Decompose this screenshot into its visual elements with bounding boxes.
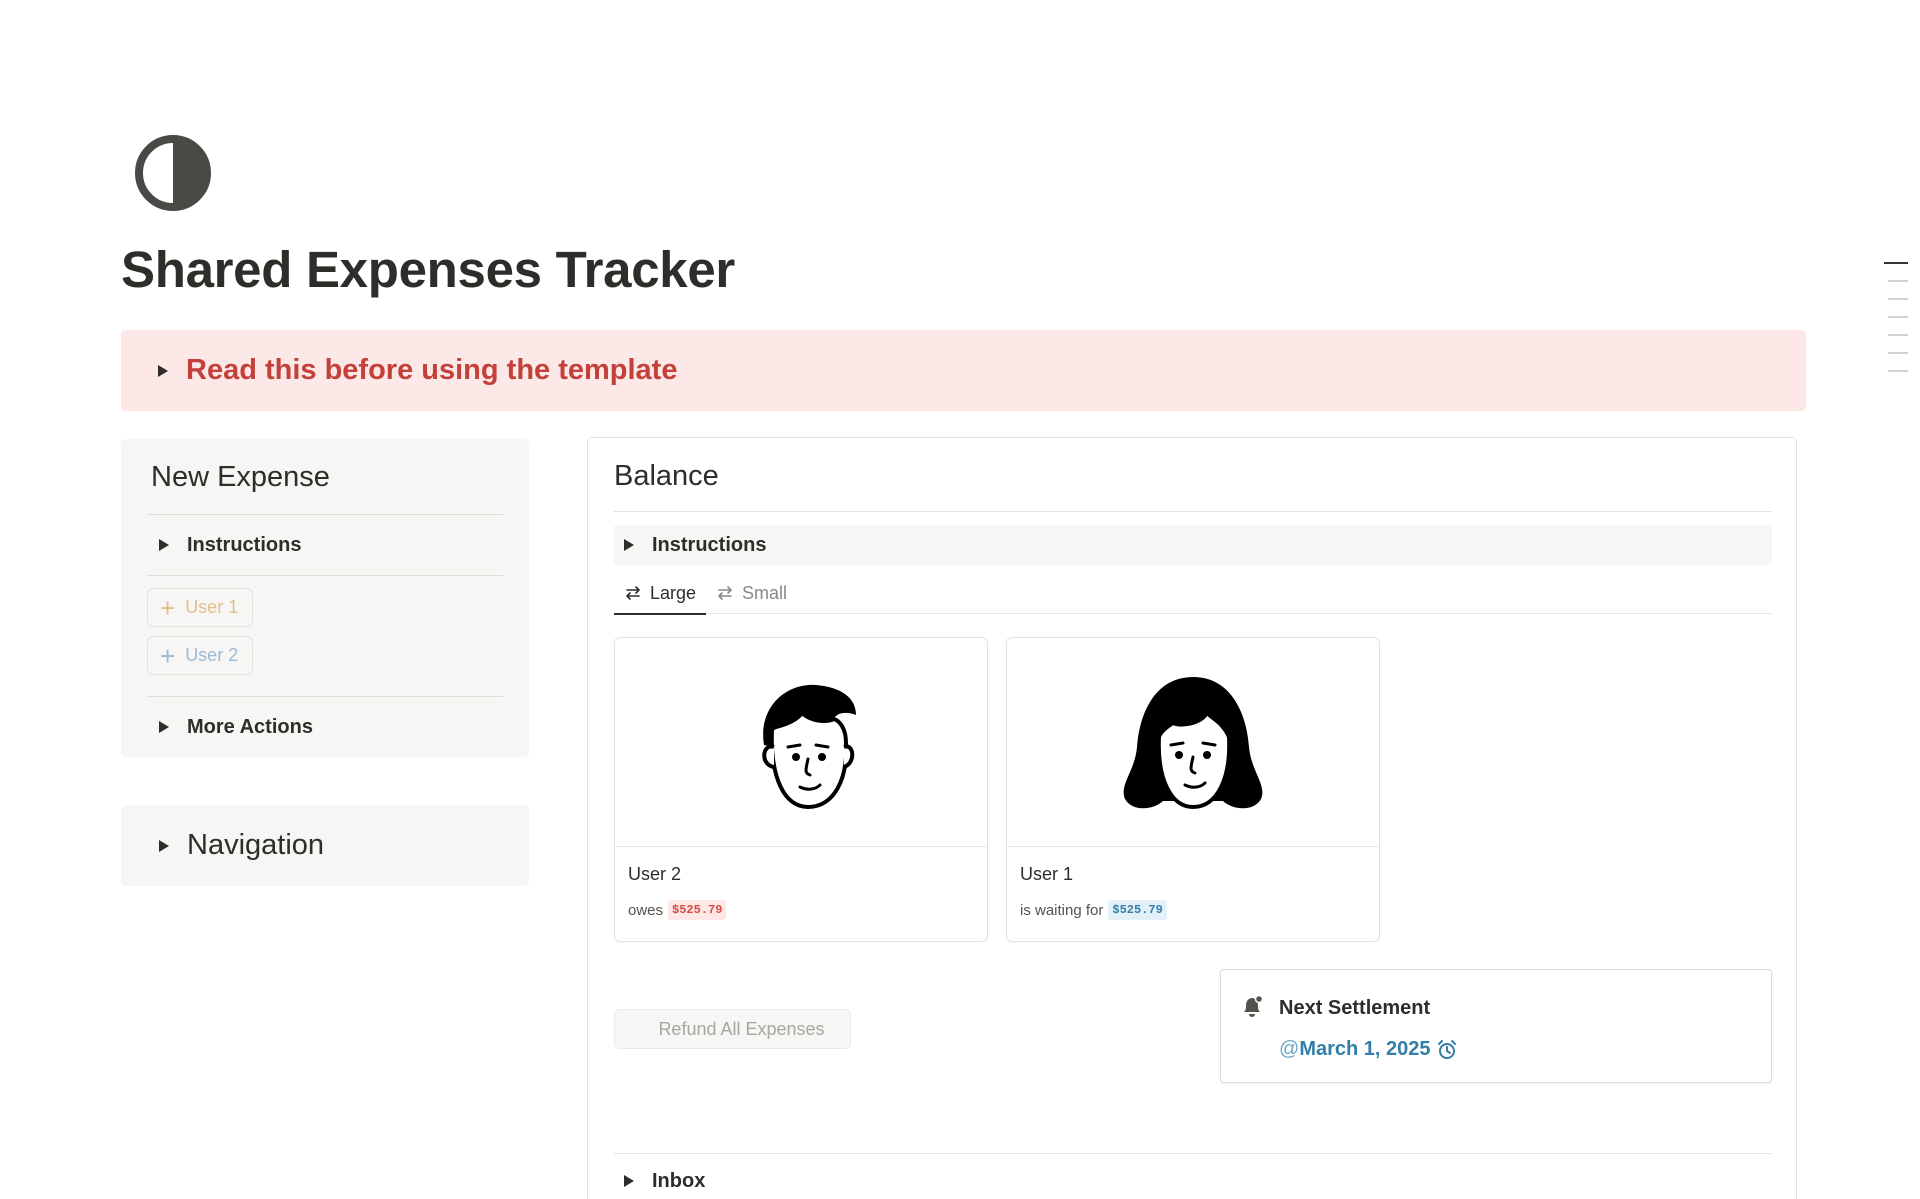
tab-label: Large bbox=[650, 582, 697, 603]
user-card-user-1[interactable]: User 1 is waiting for $525.79 bbox=[1006, 637, 1380, 942]
new-expense-title: New Expense bbox=[151, 461, 330, 493]
toggle-triangle-icon[interactable] bbox=[624, 539, 634, 551]
swap-arrows-icon bbox=[626, 586, 640, 600]
next-settlement-callout: Next Settlement @ March 1, 2025 bbox=[1220, 969, 1772, 1083]
amount-badge: $525.79 bbox=[668, 900, 727, 920]
mention-at-sign: @ bbox=[1279, 1038, 1300, 1060]
bell-icon bbox=[1244, 994, 1264, 1017]
inbox-label: Inbox bbox=[652, 1169, 706, 1192]
balance-status-text: owes bbox=[628, 901, 664, 919]
toc-marker[interactable] bbox=[1888, 298, 1908, 300]
plus-icon: + bbox=[160, 592, 176, 623]
add-user1-expense-button[interactable]: + User 1 bbox=[147, 588, 254, 627]
toc-marker[interactable] bbox=[1888, 280, 1908, 282]
navigation-label: Navigation bbox=[187, 829, 325, 861]
toc-marker[interactable] bbox=[1888, 370, 1908, 372]
toggle-triangle-icon[interactable] bbox=[159, 721, 169, 733]
toggle-triangle-icon[interactable] bbox=[158, 364, 168, 377]
toc-marker[interactable] bbox=[1888, 334, 1908, 336]
user-name: User 1 bbox=[1020, 864, 1074, 884]
button-label: User 1 bbox=[185, 597, 239, 617]
balance-title: Balance bbox=[614, 460, 719, 492]
new-expense-card: New Expense Instructions + User 1 + User 2… bbox=[121, 439, 529, 757]
woman-face-icon bbox=[1123, 677, 1263, 810]
navigation-toggle[interactable]: Navigation bbox=[121, 805, 529, 886]
toc-marker[interactable] bbox=[1888, 352, 1908, 354]
balance-card: Balance Instructions Large Small User 2 … bbox=[587, 437, 1797, 1199]
more-actions-toggle[interactable]: More Actions bbox=[147, 697, 503, 757]
user-name: User 2 bbox=[628, 864, 682, 884]
view-tabs: Large Small bbox=[614, 573, 1772, 615]
button-label: User 2 bbox=[185, 645, 239, 665]
tab-small[interactable]: Small bbox=[706, 573, 797, 613]
read-me-callout[interactable]: Read this before using the template bbox=[121, 330, 1806, 411]
plus-icon: + bbox=[160, 640, 176, 671]
swap-arrows-icon bbox=[718, 586, 732, 600]
settlement-title: Next Settlement bbox=[1279, 997, 1431, 1019]
refund-all-expenses-button[interactable]: Refund All Expenses bbox=[614, 1009, 851, 1049]
instructions-label: Instructions bbox=[652, 533, 767, 556]
avatar bbox=[615, 638, 987, 847]
balance-instructions-toggle[interactable]: Instructions bbox=[614, 525, 1772, 565]
inbox-toggle[interactable]: Inbox bbox=[614, 1161, 705, 1199]
toc-marker[interactable] bbox=[1888, 316, 1908, 318]
user-card-user-2[interactable]: User 2 owes $525.79 bbox=[614, 637, 988, 942]
toggle-triangle-icon[interactable] bbox=[159, 839, 169, 852]
alarm-clock-icon bbox=[1437, 1039, 1456, 1059]
amount-badge: $525.79 bbox=[1108, 900, 1167, 920]
tab-large[interactable]: Large bbox=[614, 573, 707, 615]
more-actions-label: More Actions bbox=[187, 715, 313, 738]
divider bbox=[614, 511, 1772, 512]
add-user2-expense-button[interactable]: + User 2 bbox=[147, 636, 254, 675]
toggle-triangle-icon[interactable] bbox=[159, 539, 169, 551]
settlement-date-mention[interactable]: @ March 1, 2025 bbox=[1279, 1038, 1458, 1061]
tab-label: Small bbox=[742, 582, 788, 603]
instructions-label: Instructions bbox=[187, 533, 302, 556]
callout-text: Read this before using the template bbox=[186, 354, 678, 386]
man-face-icon bbox=[762, 684, 856, 810]
toggle-triangle-icon[interactable] bbox=[624, 1175, 634, 1187]
table-of-contents[interactable] bbox=[1884, 262, 1908, 388]
balance-status-text: is waiting for bbox=[1020, 901, 1104, 919]
instructions-toggle[interactable]: Instructions bbox=[147, 515, 503, 575]
settlement-date: March 1, 2025 bbox=[1299, 1038, 1431, 1060]
divider bbox=[614, 1153, 1772, 1154]
toc-marker[interactable] bbox=[1884, 262, 1908, 264]
avatar bbox=[1007, 638, 1379, 847]
half-circle-icon[interactable] bbox=[133, 133, 213, 213]
page-title: Shared Expenses Tracker bbox=[121, 241, 735, 298]
